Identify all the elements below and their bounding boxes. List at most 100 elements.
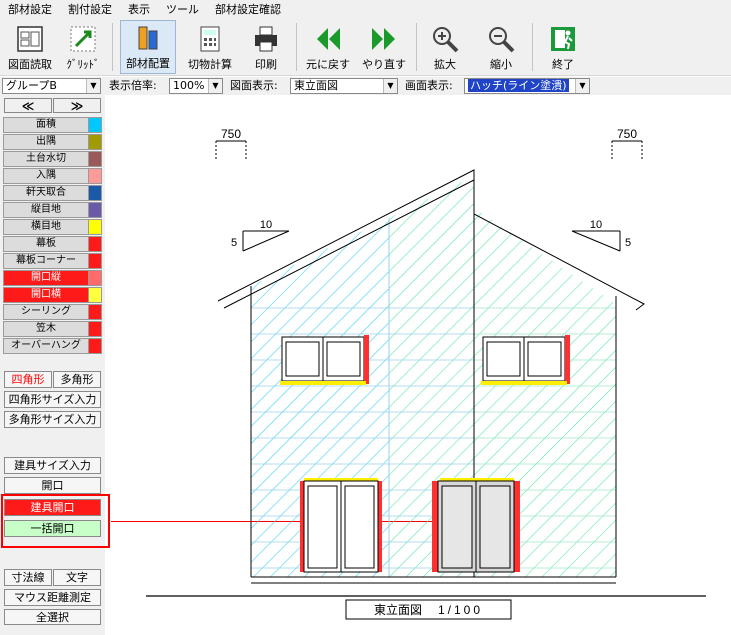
chevron-down-icon: ▼ (383, 79, 397, 93)
dimension-left: 750 (221, 127, 241, 141)
elevation-drawing: 750 750 10 5 10 5 東立面図 1/100 (146, 127, 706, 620)
toolbar-separator (532, 23, 533, 71)
calculator-icon (193, 23, 227, 55)
chevron-down-icon: ▼ (208, 79, 222, 93)
group-select[interactable]: グループB ▼ (2, 78, 101, 94)
menu-part-settings[interactable]: 部材設定 (0, 0, 60, 19)
zoom-in-button[interactable]: 拡大 (424, 20, 466, 74)
grid-button[interactable]: ｸﾞﾘｯﾄﾞ (60, 20, 106, 74)
select-all-button[interactable]: 全選択 (4, 609, 101, 625)
upper-window-left (280, 335, 369, 385)
highlight-box (1, 494, 110, 548)
layer-color-swatch[interactable] (88, 322, 101, 336)
grid-icon (66, 23, 100, 55)
layer-color-swatch[interactable] (88, 237, 101, 251)
layer-color-swatch[interactable] (88, 339, 101, 353)
dimension-mark-left (215, 140, 247, 161)
menu-tools[interactable]: ツール (158, 0, 207, 19)
layer-color-swatch[interactable] (88, 118, 101, 132)
menu-view[interactable]: 表示 (120, 0, 158, 19)
layer-label: 笠木 (4, 322, 88, 336)
layer-label: 幕板コーナー (4, 254, 88, 268)
chevron-down-icon: ▼ (86, 79, 100, 93)
title-block (345, 599, 512, 620)
layer-color-swatch[interactable] (88, 152, 101, 166)
layer-item[interactable]: 土台水切 (3, 151, 102, 167)
drawing-title: 東立面図 (374, 602, 422, 617)
exit-button[interactable]: 終了 (542, 20, 584, 74)
undo-arrow-icon (311, 23, 345, 55)
layer-label: 縦目地 (4, 203, 88, 217)
layer-color-swatch[interactable] (88, 203, 101, 217)
layer-label: 出隅 (4, 135, 88, 149)
layer-label: シーリング (4, 305, 88, 319)
dimension-line-button[interactable]: 寸法線 (4, 569, 52, 586)
layer-item[interactable]: 幕板 (3, 236, 102, 252)
layer-item[interactable]: 面積 (3, 117, 102, 133)
layer-item[interactable]: 入隅 (3, 168, 102, 184)
drawing-canvas[interactable]: 750 750 10 5 10 5 東立面図 1/100 (106, 96, 731, 635)
layer-color-swatch[interactable] (88, 220, 101, 234)
place-parts-button[interactable]: 部材配置 (120, 20, 176, 74)
polygon-button[interactable]: 多角形 (53, 371, 101, 388)
lower-door-left (300, 478, 382, 573)
prev-group-button[interactable]: ≪ (4, 98, 52, 113)
foundation (146, 576, 706, 597)
toolbar-separator (296, 23, 297, 71)
layer-item[interactable]: 出隅 (3, 134, 102, 150)
toolbar-separator (112, 23, 113, 71)
layer-color-swatch[interactable] (88, 135, 101, 149)
undo-button[interactable]: 元に戻す (302, 20, 354, 74)
menu-bar: 部材設定 割付設定 表示 ツール 部材設定確認 (0, 0, 731, 19)
menu-allocation-settings[interactable]: 割付設定 (60, 0, 120, 19)
layer-color-swatch[interactable] (88, 186, 101, 200)
menu-part-settings-check[interactable]: 部材設定確認 (207, 0, 289, 19)
layer-item[interactable]: 縦目地 (3, 202, 102, 218)
zoom-scale-select[interactable]: 100% ▼ (169, 78, 223, 94)
layer-color-swatch[interactable] (88, 169, 101, 183)
mouse-distance-button[interactable]: マウス距離測定 (4, 589, 101, 606)
load-drawing-button[interactable]: 図面読取 (3, 20, 57, 74)
roof-pitch-left (242, 230, 290, 252)
cut-calc-button[interactable]: 切物計算 (180, 20, 240, 74)
layer-label: 軒天取合 (4, 186, 88, 200)
drawing-load-icon (13, 23, 47, 55)
layer-item[interactable]: 開口縦 (3, 270, 102, 286)
layer-color-swatch[interactable] (88, 254, 101, 268)
layer-item[interactable]: シーリング (3, 304, 102, 320)
layer-label: 土台水切 (4, 152, 88, 166)
zoom-in-icon (428, 23, 462, 55)
parts-place-icon (131, 22, 165, 54)
opening-button[interactable]: 開口 (4, 477, 101, 494)
zoom-out-button[interactable]: 縮小 (480, 20, 522, 74)
screen-display-select[interactable]: ハッチ(ライン塗潰) ▼ (464, 78, 590, 94)
drawing-view-select[interactable]: 東立面図 ▼ (290, 78, 398, 94)
layer-color-swatch[interactable] (88, 288, 101, 302)
zoom-out-icon (484, 23, 518, 55)
layer-item[interactable]: 幕板コーナー (3, 253, 102, 269)
pitch-right-rise: 5 (625, 237, 631, 249)
layer-label: 開口横 (4, 288, 88, 302)
rectangle-size-input-button[interactable]: 四角形サイズ入力 (4, 391, 101, 408)
layer-label: 入隅 (4, 169, 88, 183)
layer-color-swatch[interactable] (88, 271, 101, 285)
print-button[interactable]: 印刷 (244, 20, 288, 74)
layer-item[interactable]: 横目地 (3, 219, 102, 235)
layer-item[interactable]: オーバーハング (3, 338, 102, 354)
layer-item[interactable]: 軒天取合 (3, 185, 102, 201)
layer-label: 幕板 (4, 237, 88, 251)
fitting-size-input-button[interactable]: 建具サイズ入力 (4, 457, 101, 474)
roof-pitch-right (571, 230, 621, 252)
text-button[interactable]: 文字 (53, 569, 101, 586)
redo-button[interactable]: やり直す (358, 20, 410, 74)
pitch-left-rise: 5 (231, 237, 237, 249)
layer-color-swatch[interactable] (88, 305, 101, 319)
next-group-button[interactable]: ≫ (53, 98, 101, 113)
printer-icon (249, 23, 283, 55)
polygon-size-input-button[interactable]: 多角形サイズ入力 (4, 411, 101, 428)
layer-item[interactable]: 笠木 (3, 321, 102, 337)
exit-icon (546, 23, 580, 55)
layer-item[interactable]: 開口横 (3, 287, 102, 303)
toolbar-separator (416, 23, 417, 71)
rectangle-button[interactable]: 四角形 (4, 371, 52, 388)
